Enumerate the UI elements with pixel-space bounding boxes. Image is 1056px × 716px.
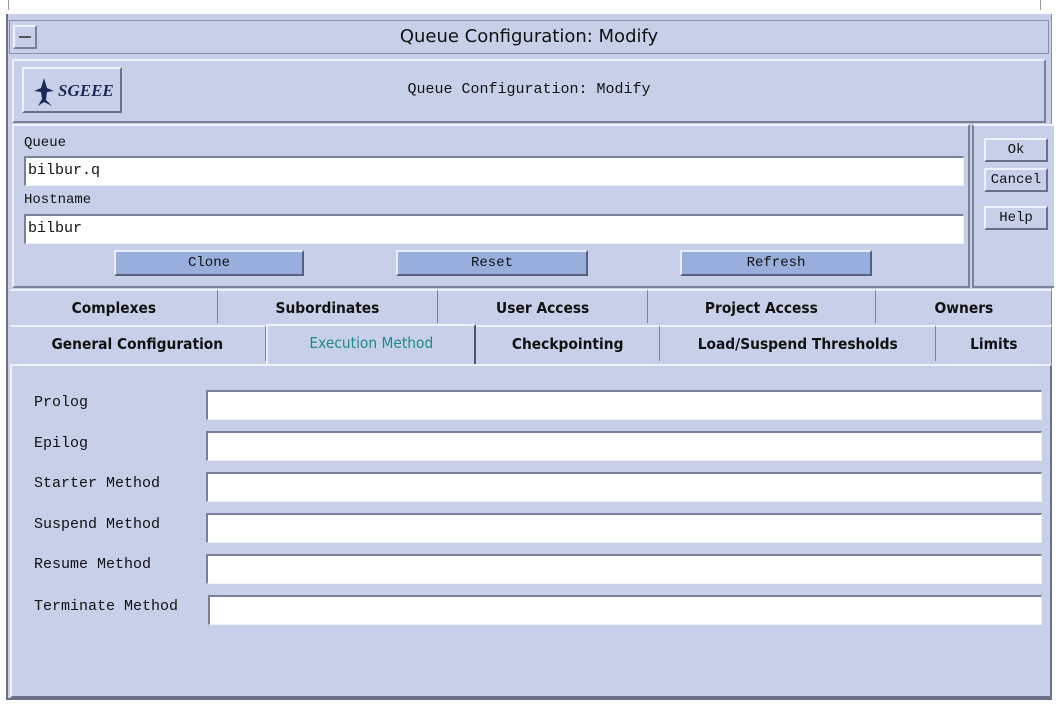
reset-button[interactable]: Reset xyxy=(396,250,588,276)
prolog-label: Prolog xyxy=(34,394,89,411)
outer-window-strip xyxy=(0,0,1056,10)
window-edge-mark xyxy=(1040,0,1041,10)
window-edge-mark xyxy=(8,0,9,10)
starter-method-label: Starter Method xyxy=(34,475,161,492)
prolog-input[interactable] xyxy=(206,390,1042,420)
starter-method-input[interactable] xyxy=(206,472,1042,502)
tab-general-configuration[interactable]: General Configuration xyxy=(10,325,266,361)
title-bar[interactable]: Queue Configuration: Modify xyxy=(9,20,1049,54)
tab-label: Execution Method xyxy=(309,334,433,352)
tab-checkpointing[interactable]: Checkpointing xyxy=(476,325,660,361)
refresh-button[interactable]: Refresh xyxy=(680,250,872,276)
queue-form-panel: Queue bilbur.q Hostname bilbur Clone Res… xyxy=(12,124,970,288)
window-title: Queue Configuration: Modify xyxy=(399,26,659,47)
epilog-label: Epilog xyxy=(34,435,89,452)
terminate-method-input[interactable] xyxy=(208,595,1042,625)
tab-label: Checkpointing xyxy=(511,335,624,353)
tab-label: General Configuration xyxy=(51,335,224,353)
header-title: Queue Configuration: Modify xyxy=(407,81,651,98)
queue-input[interactable]: bilbur.q xyxy=(24,156,964,186)
epilog-input[interactable] xyxy=(206,431,1042,461)
tab-load-suspend-thresholds[interactable]: Load/Suspend Thresholds xyxy=(660,325,936,361)
suspend-method-label: Suspend Method xyxy=(34,516,161,533)
tab-subordinates[interactable]: Subordinates xyxy=(218,289,438,323)
tab-execution-method[interactable]: Execution Method xyxy=(266,324,476,366)
dialog-header: SGEEE Queue Configuration: Modify xyxy=(12,59,1046,123)
help-button[interactable]: Help xyxy=(984,206,1048,230)
tab-label: Complexes xyxy=(71,299,156,317)
tab-user-access[interactable]: User Access xyxy=(438,289,648,323)
tab-project-access[interactable]: Project Access xyxy=(648,289,876,323)
tab-label: Limits xyxy=(969,335,1018,353)
resume-method-input[interactable] xyxy=(206,554,1042,584)
tab-complexes[interactable]: Complexes xyxy=(10,289,218,323)
action-button-panel: Ok Cancel Help xyxy=(972,124,1054,288)
tab-label: User Access xyxy=(495,299,590,317)
tab-label: Subordinates xyxy=(275,299,380,317)
cancel-button[interactable]: Cancel xyxy=(984,168,1048,192)
suspend-method-input[interactable] xyxy=(206,513,1042,543)
terminate-method-label: Terminate Method xyxy=(34,598,179,615)
hostname-input[interactable]: bilbur xyxy=(24,214,964,244)
tab-label: Project Access xyxy=(705,299,818,317)
queue-label: Queue xyxy=(24,135,67,151)
tab-label: Owners xyxy=(934,299,993,317)
tab-limits[interactable]: Limits xyxy=(936,325,1052,361)
tab-owners[interactable]: Owners xyxy=(876,289,1052,323)
tab-label: Load/Suspend Thresholds xyxy=(697,335,898,353)
resume-method-label: Resume Method xyxy=(34,556,152,573)
clone-button[interactable]: Clone xyxy=(114,250,304,276)
ok-button[interactable]: Ok xyxy=(984,138,1048,162)
hostname-label: Hostname xyxy=(24,192,92,208)
